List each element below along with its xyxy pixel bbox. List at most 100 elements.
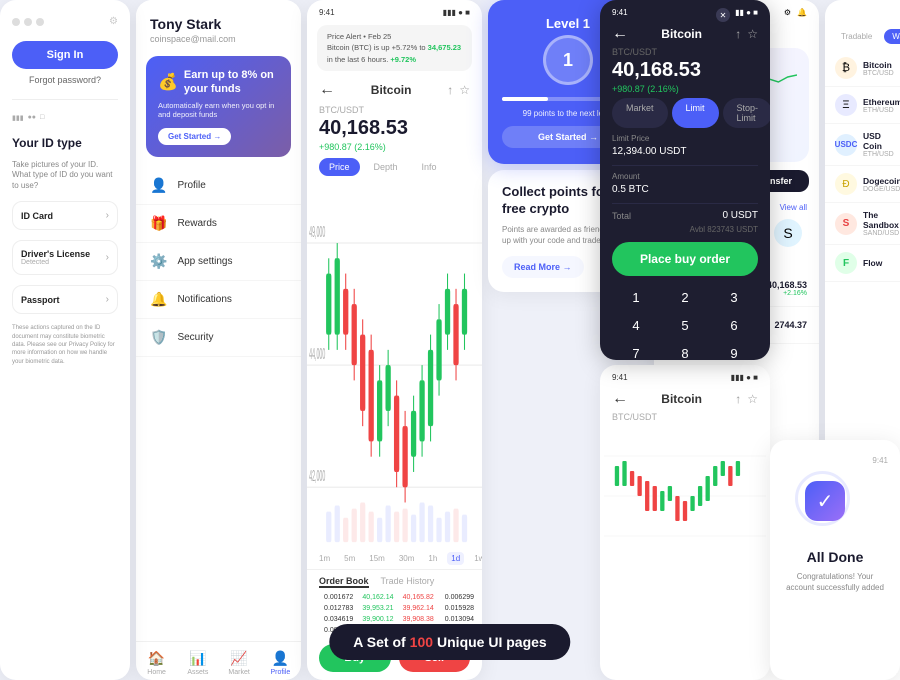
rw-item-eth[interactable]: Ξ Ethereum ETH/USD	[825, 87, 900, 124]
numpad-8[interactable]: 8	[661, 340, 709, 360]
profile-icon: 👤	[150, 177, 167, 194]
price-alert-banner: Price Alert • Feb 25 Bitcoin (BTC) is up…	[317, 25, 472, 71]
back-button[interactable]: ←	[319, 81, 335, 99]
dark-tab-market[interactable]: Market	[612, 98, 668, 128]
wl-eth-price-area: 2744.37	[774, 320, 807, 330]
dark-back-button[interactable]: ←	[612, 25, 628, 43]
home-nav-label: Home	[147, 669, 166, 676]
tab-trade-history[interactable]: Trade History	[381, 576, 435, 588]
rw-eth-pair: ETH/USD	[863, 107, 900, 114]
dark-share-icon[interactable]: ↑	[735, 27, 741, 41]
dark-pair: BTC/USDT	[600, 47, 770, 57]
tab-info[interactable]: Info	[412, 158, 447, 176]
order-book-tabs: Order Book Trade History	[307, 570, 482, 592]
amount-row: Amount 0.5 BTC	[612, 172, 758, 195]
dark-tab-limit[interactable]: Limit	[672, 98, 719, 128]
numpad-5[interactable]: 5	[661, 312, 709, 339]
nav-profile[interactable]: 👤 Profile	[260, 650, 301, 676]
sc-icons-area: ↑ ☆	[735, 392, 758, 406]
tf-1w[interactable]: 1w	[470, 552, 482, 565]
market-nav-icon: 📈	[230, 650, 247, 667]
rw-tab-tradable[interactable]: Tradable	[833, 29, 880, 44]
view-all-link[interactable]: View all	[780, 203, 807, 212]
numpad-6[interactable]: 6	[710, 312, 758, 339]
chart-coin-title: Bitcoin	[371, 83, 412, 97]
all-done-panel: 9:41 ✓ All Done Congratulations! Your ac…	[770, 440, 900, 680]
sc-star-icon[interactable]: ☆	[747, 392, 758, 406]
read-more-button[interactable]: Read More →	[502, 256, 584, 278]
numpad-1[interactable]: 1	[612, 284, 660, 311]
menu-item-notifications[interactable]: 🔔 Notifications	[136, 281, 301, 319]
level-badge: 1	[543, 35, 593, 85]
rw-doge-name: Dogecoin	[863, 176, 900, 186]
settings-btn[interactable]: ⚙	[784, 8, 791, 17]
numpad-2[interactable]: 2	[661, 284, 709, 311]
nav-home[interactable]: 🏠 Home	[136, 650, 177, 676]
qb-sand-icon[interactable]: S	[774, 219, 802, 247]
numpad-4[interactable]: 4	[612, 312, 660, 339]
rw-item-flow[interactable]: F Flow	[825, 245, 900, 282]
rw-btc-name: Bitcoin	[863, 60, 894, 70]
notification-btn[interactable]: 🔔	[797, 8, 807, 17]
menu-item-security[interactable]: 🛡️ Security	[136, 319, 301, 357]
nav-assets[interactable]: 📊 Assets	[177, 650, 218, 676]
rw-item-sand[interactable]: S The Sandbox SAND/USD	[825, 203, 900, 245]
numpad-9[interactable]: 9	[710, 340, 758, 360]
assets-nav-icon: 📊	[189, 650, 206, 667]
sc-share-icon[interactable]: ↑	[735, 392, 741, 406]
id-option-passport[interactable]: Passport ›	[12, 285, 118, 314]
close-overlay-btn[interactable]: ✕	[716, 8, 730, 22]
id-option-card[interactable]: ID Card ›	[12, 201, 118, 230]
rw-tab-watchlist[interactable]: Watchlist	[884, 29, 900, 44]
svg-text:49,000: 49,000	[309, 225, 325, 241]
btc-chart-panel: 9:41 ▮▮▮ ● ■ Price Alert • Feb 25 Bitcoi…	[307, 0, 482, 680]
rw-item-btc[interactable]: ₿ Bitcoin BTC/USD	[825, 50, 900, 87]
menu-item-app-settings[interactable]: ⚙️ App settings	[136, 243, 301, 281]
tab-order-book[interactable]: Order Book	[319, 576, 369, 588]
limit-price-label: Limit Price	[612, 134, 758, 143]
forgot-password-link[interactable]: Forgot password?	[12, 75, 118, 85]
total-value: 0 USDT	[722, 210, 758, 221]
numpad: 1 2 3 4 5 6 7 8 9 . 0 ⌫	[612, 284, 758, 360]
tf-1m[interactable]: 1m	[315, 552, 334, 565]
dark-status-time: 9:41	[612, 8, 628, 17]
tf-5m[interactable]: 5m	[340, 552, 359, 565]
dark-chart-title: Bitcoin	[661, 27, 702, 41]
tf-1d[interactable]: 1d	[447, 552, 464, 565]
rw-usdc-pair: ETH/USD	[863, 151, 894, 158]
dark-status-bar: 9:41 ▮▮ ● ■	[600, 0, 770, 21]
window-dots: ⚙	[12, 16, 118, 27]
chart-tabs: Price Depth Info	[307, 158, 482, 176]
rw-item-usdc[interactable]: USDC USD Coin ETH/USD	[825, 124, 900, 166]
get-started-button[interactable]: Get Started →	[158, 128, 231, 145]
menu-item-rewards[interactable]: 🎁 Rewards	[136, 205, 301, 243]
dark-star-icon[interactable]: ☆	[747, 27, 758, 41]
user-name: Tony Stark	[150, 16, 287, 32]
level-progress-fill	[502, 97, 548, 101]
sc-back-button[interactable]: ←	[612, 390, 628, 408]
notifications-menu-label: Notifications	[177, 294, 231, 305]
place-buy-order-button[interactable]: Place buy order	[612, 242, 758, 276]
tf-15m[interactable]: 15m	[365, 552, 389, 565]
tf-30m[interactable]: 30m	[395, 552, 419, 565]
bell-icon: 🔔	[150, 291, 167, 308]
chevron-right-icon: ›	[106, 210, 109, 221]
share-icon[interactable]: ↑	[447, 83, 453, 97]
dark-tab-stoplimit[interactable]: Stop-Limit	[723, 98, 770, 128]
chevron-right-icon-3: ›	[106, 294, 109, 305]
tab-price[interactable]: Price	[319, 158, 360, 176]
menu-item-profile[interactable]: 👤 Profile	[136, 167, 301, 205]
sign-in-button[interactable]: Sign In	[12, 41, 118, 69]
nav-market[interactable]: 📈 Market	[219, 650, 260, 676]
star-icon[interactable]: ☆	[459, 83, 470, 97]
sc-chart-area	[600, 422, 770, 555]
status-icons: ▮▮▮ ● ■	[443, 8, 470, 17]
rw-item-doge[interactable]: Ð Dogecoin DOGE/USD	[825, 166, 900, 203]
id-option-license[interactable]: Driver's License Detected ›	[12, 240, 118, 275]
numpad-7[interactable]: 7	[612, 340, 660, 360]
dark-trade-form: Limit Price 12,394.00 USDT Amount 0.5 BT…	[600, 134, 770, 360]
tf-1h[interactable]: 1h	[424, 552, 441, 565]
tab-depth[interactable]: Depth	[364, 158, 408, 176]
rewards-icon: 🎁	[150, 215, 167, 232]
numpad-3[interactable]: 3	[710, 284, 758, 311]
